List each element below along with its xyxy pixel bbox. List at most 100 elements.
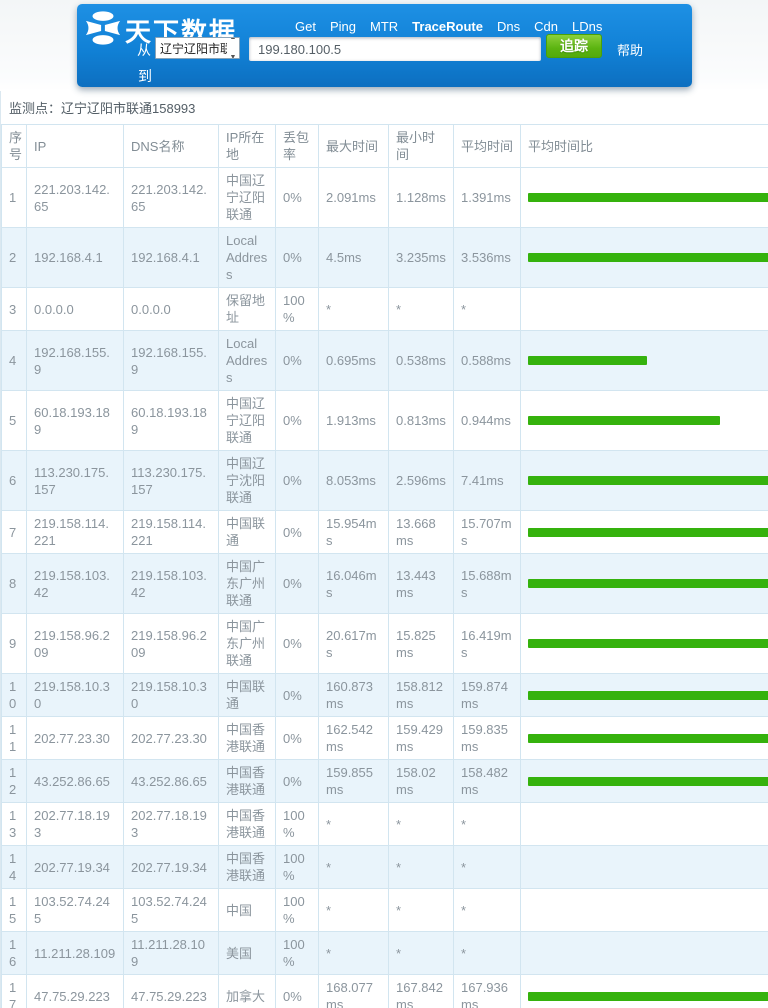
cell-min-time: 15.825ms — [389, 614, 454, 674]
cell-loss: 0% — [276, 554, 319, 614]
table-row: 1221.203.142.65221.203.142.65中国辽宁辽阳联通0%2… — [2, 168, 768, 228]
cell-avg-time-ratio — [521, 331, 768, 391]
cell-dns: 11.211.28.109 — [124, 932, 219, 975]
cell-dns: 219.158.114.221 — [124, 511, 219, 554]
cell-loss: 100% — [276, 803, 319, 846]
nav-item-mtr[interactable]: MTR — [370, 19, 398, 34]
cell-min-time: * — [389, 288, 454, 331]
cell-ip: 202.77.19.34 — [27, 846, 124, 889]
cell-max-time: * — [319, 889, 389, 932]
cell-location: 中国香港联通 — [219, 846, 276, 889]
from-label: 从 — [137, 40, 151, 60]
cell-min-time: 2.596ms — [389, 451, 454, 511]
cell-dns: 43.252.86.65 — [124, 760, 219, 803]
cell-dns: 0.0.0.0 — [124, 288, 219, 331]
target-host-input[interactable] — [249, 37, 541, 61]
table-row: 11202.77.23.30202.77.23.30中国香港联通0%162.54… — [2, 717, 768, 760]
cell-index: 13 — [2, 803, 27, 846]
cell-location: 中国 — [219, 889, 276, 932]
cell-ip: 202.77.18.193 — [27, 803, 124, 846]
table-body: 1221.203.142.65221.203.142.65中国辽宁辽阳联通0%2… — [2, 168, 768, 1008]
cell-dns: 219.158.103.42 — [124, 554, 219, 614]
table-header-row: 序号 IP DNS名称 IP所在地 丢包率 最大时间 最小时间 平均时间 平均时… — [2, 125, 768, 168]
cell-max-time: * — [319, 288, 389, 331]
table-row: 1747.75.29.22347.75.29.223加拿大0%168.077ms… — [2, 975, 768, 1008]
help-link[interactable]: 帮助 — [617, 40, 643, 59]
select-dropdown-arrow-icon: ▲▼ — [227, 37, 239, 59]
avg-time-bar — [528, 416, 720, 425]
table-row: 13202.77.18.193202.77.18.193中国香港联通100%**… — [2, 803, 768, 846]
trace-button[interactable]: 追踪 — [546, 34, 602, 58]
col-header-max: 最大时间 — [319, 125, 389, 168]
cell-max-time: 0.695ms — [319, 331, 389, 391]
cell-avg-time: 15.707ms — [454, 511, 521, 554]
cell-avg-time: 1.391ms — [454, 168, 521, 228]
nav-item-cdn[interactable]: Cdn — [534, 19, 558, 34]
cell-ip: 202.77.23.30 — [27, 717, 124, 760]
cell-dns: 219.158.10.30 — [124, 674, 219, 717]
cell-index: 10 — [2, 674, 27, 717]
cell-max-time: * — [319, 846, 389, 889]
cell-loss: 100% — [276, 288, 319, 331]
cell-min-time: 13.443ms — [389, 554, 454, 614]
cell-ip: 219.158.114.221 — [27, 511, 124, 554]
cell-min-time: 0.538ms — [389, 331, 454, 391]
traceroute-table: 序号 IP DNS名称 IP所在地 丢包率 最大时间 最小时间 平均时间 平均时… — [1, 124, 768, 1008]
cell-max-time: 15.954ms — [319, 511, 389, 554]
to-label: 到 — [138, 66, 152, 86]
nav: Get Ping MTR TraceRoute Dns Cdn LDns — [295, 19, 602, 34]
cell-avg-time: 159.835ms — [454, 717, 521, 760]
avg-time-bar — [528, 528, 768, 537]
monitor-point-selected: 辽宁辽阳市联 — [156, 40, 227, 57]
cell-ip: 11.211.28.109 — [27, 932, 124, 975]
cell-dns: 202.77.19.34 — [124, 846, 219, 889]
cell-location: 中国香港联通 — [219, 760, 276, 803]
cell-loss: 100% — [276, 889, 319, 932]
cell-avg-time: 0.588ms — [454, 331, 521, 391]
table-row: 14202.77.19.34202.77.19.34中国香港联通100%*** — [2, 846, 768, 889]
avg-time-bar — [528, 992, 768, 1001]
cell-index: 6 — [2, 451, 27, 511]
avg-time-bar — [528, 777, 768, 786]
cell-dns: 113.230.175.157 — [124, 451, 219, 511]
site-header: 天下数据 GetPingMTRTraceRouteDnsCdnLDns 从 辽宁… — [77, 4, 692, 87]
col-header-avg: 平均时间 — [454, 125, 521, 168]
results-panel: 监测点：辽宁辽阳市联通158993 序号 IP DNS名称 IP所在地 丢包率 … — [0, 91, 768, 1008]
nav-item-ldns[interactable]: LDns — [572, 19, 602, 34]
col-header-location: IP所在地 — [219, 125, 276, 168]
cell-index: 7 — [2, 511, 27, 554]
avg-time-bar — [528, 476, 768, 485]
monitor-point-select[interactable]: 辽宁辽阳市联 ▲▼ — [155, 37, 240, 59]
cell-min-time: 0.813ms — [389, 391, 454, 451]
nav-item-dns[interactable]: Dns — [497, 19, 520, 34]
cell-location: Local Address — [219, 228, 276, 288]
cell-avg-time-ratio — [521, 803, 768, 846]
nav-item-ping[interactable]: Ping — [330, 19, 356, 34]
nav-item-get[interactable]: Get — [295, 19, 316, 34]
cell-min-time: 3.235ms — [389, 228, 454, 288]
cell-min-time: * — [389, 846, 454, 889]
cell-avg-time-ratio — [521, 717, 768, 760]
table-row: 8219.158.103.42219.158.103.42中国广东广州联通0%1… — [2, 554, 768, 614]
cell-loss: 0% — [276, 228, 319, 288]
cell-max-time: 168.077ms — [319, 975, 389, 1008]
avg-time-bar — [528, 639, 768, 648]
cell-ip: 113.230.175.157 — [27, 451, 124, 511]
cell-avg-time: * — [454, 288, 521, 331]
cell-loss: 100% — [276, 846, 319, 889]
table-row: 7219.158.114.221219.158.114.221中国联通0%15.… — [2, 511, 768, 554]
cell-location: 保留地址 — [219, 288, 276, 331]
col-header-ratio: 平均时间比 — [521, 125, 768, 168]
cell-avg-time-ratio — [521, 554, 768, 614]
brand-globe-icon — [84, 9, 122, 47]
cell-loss: 0% — [276, 674, 319, 717]
cell-loss: 0% — [276, 331, 319, 391]
avg-time-bar — [528, 579, 768, 588]
cell-index: 12 — [2, 760, 27, 803]
cell-index: 8 — [2, 554, 27, 614]
cell-location: 中国香港联通 — [219, 717, 276, 760]
table-row: 30.0.0.00.0.0.0保留地址100%*** — [2, 288, 768, 331]
cell-index: 4 — [2, 331, 27, 391]
nav-item-traceroute[interactable]: TraceRoute — [412, 19, 483, 34]
cell-dns: 202.77.18.193 — [124, 803, 219, 846]
